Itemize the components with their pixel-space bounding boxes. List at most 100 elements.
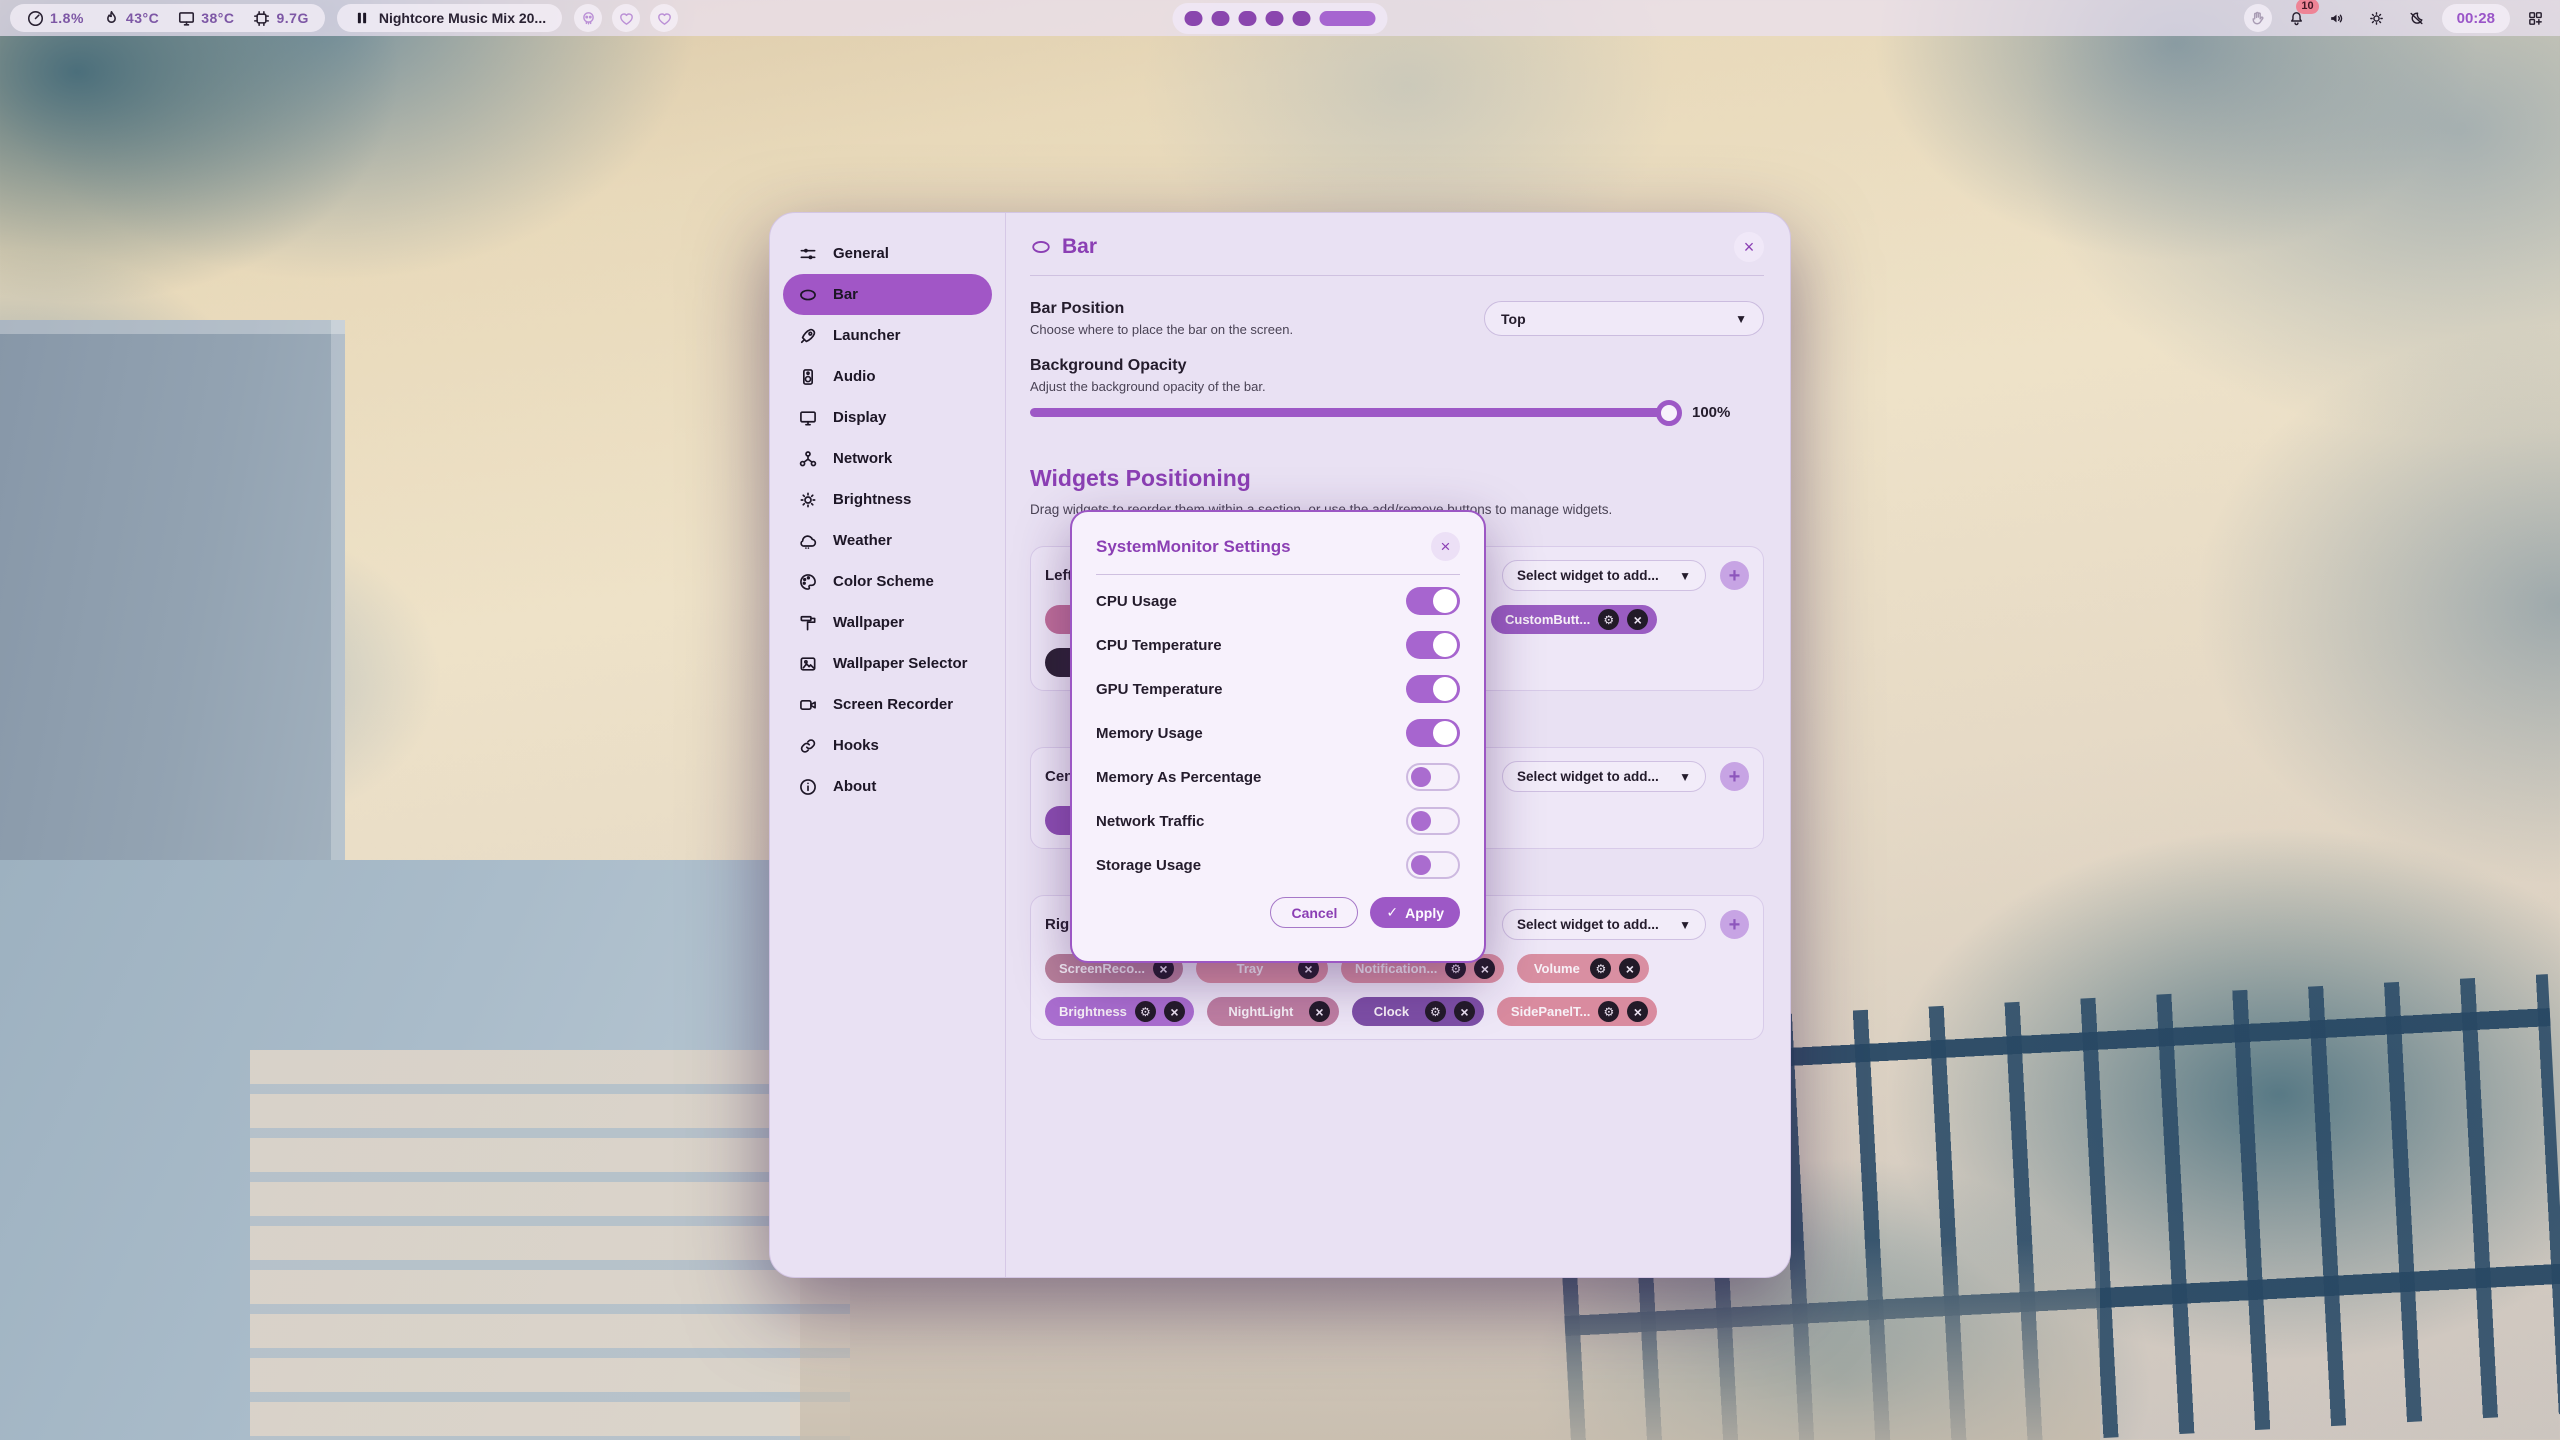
toggle-label: Storage Usage [1096,857,1201,874]
sidebar-item-label: About [833,778,876,795]
cancel-button[interactable]: Cancel [1270,897,1358,928]
skull-button[interactable] [574,4,602,32]
sidebar-item-label: Audio [833,368,876,385]
widget-settings-button[interactable]: ⚙ [1598,1001,1619,1022]
sidebar-item-bar[interactable]: Bar [783,274,992,315]
add-widget-button[interactable]: + [1720,561,1749,590]
bar-right-cluster: 10 00:28 [2244,3,2550,33]
widget-settings-button[interactable]: ⚙ [1598,609,1619,630]
heart-button[interactable] [650,4,678,32]
sidebar-item-label: Weather [833,532,892,549]
clock-widget[interactable]: 00:28 [2442,4,2510,33]
add-widget-placeholder: Select widget to add... [1517,769,1679,784]
add-widget-placeholder: Select widget to add... [1517,917,1679,932]
toggle-knob [1433,677,1457,701]
widget-settings-button[interactable]: ⚙ [1590,958,1611,979]
toggle-memory-usage[interactable] [1406,719,1460,747]
chip-row: Brightness⚙×NightLight×Clock⚙×SidePanelT… [1045,997,1749,1026]
toggle-knob [1433,589,1457,613]
grid-plus-icon [2527,10,2544,27]
widget-chip-label: Tray [1210,961,1290,976]
sidebar-item-label: Screen Recorder [833,696,953,713]
widget-settings-button[interactable]: ⚙ [1425,1001,1446,1022]
notification-badge: 10 [2296,0,2318,14]
nightlight-button[interactable] [2402,3,2432,33]
sidebar-item-brightness[interactable]: Brightness [783,479,992,520]
sidebar-item-hooks[interactable]: Hooks [783,725,992,766]
widget-chip-label: SidePanelT... [1511,1004,1590,1019]
notifications-button[interactable]: 10 [2282,3,2312,33]
sidebar-item-about[interactable]: About [783,766,992,807]
heart-icon [618,10,635,27]
sidebar-item-label: Hooks [833,737,879,754]
volume-button[interactable] [2322,3,2352,33]
sun-icon [2368,10,2385,27]
add-widget-select[interactable]: Select widget to add...▼ [1502,761,1706,792]
widget-chip-nightlight[interactable]: NightLight × [1207,997,1339,1026]
settings-sidebar: General Bar Launcher Audio DisplayNetworkBri… [770,213,1006,1277]
toggle-row: Memory Usage [1096,711,1460,755]
workspace-dot[interactable] [1266,11,1284,26]
widget-chip-clock[interactable]: Clock⚙× [1352,997,1484,1026]
toggle-cpu-usage[interactable] [1406,587,1460,615]
add-widget-select[interactable]: Select widget to add...▼ [1502,909,1706,940]
widget-remove-button[interactable]: × [1474,958,1495,979]
widget-remove-button[interactable]: × [1309,1001,1330,1022]
toggle-row: Memory As Percentage [1096,755,1460,799]
workspace-dot[interactable] [1185,11,1203,26]
tray-app-button[interactable] [2244,4,2272,32]
add-widget-select[interactable]: Select widget to add...▼ [1502,560,1706,591]
brightness-button[interactable] [2362,3,2392,33]
sidebar-item-wallpaper-selector[interactable]: Wallpaper Selector [783,643,992,684]
opacity-slider[interactable] [1030,408,1678,417]
add-widget-button[interactable]: + [1720,762,1749,791]
sidebar-item-color-scheme[interactable]: Color Scheme [783,561,992,602]
widget-remove-button[interactable]: × [1454,1001,1475,1022]
widget-remove-button[interactable]: × [1164,1001,1185,1022]
window-close-button[interactable]: × [1734,232,1764,262]
widget-chip-sidepanelt[interactable]: SidePanelT... ⚙ × [1497,997,1657,1026]
opacity-slider-knob[interactable] [1656,400,1682,426]
sidebar-item-general[interactable]: General [783,233,992,274]
sidebar-item-label: Color Scheme [833,573,934,590]
widget-chip-volume[interactable]: Volume⚙× [1517,954,1649,983]
dialog-close-button[interactable]: × [1431,532,1460,561]
toggle-gpu-temperature[interactable] [1406,675,1460,703]
workspace-dot[interactable] [1239,11,1257,26]
workspace-active-pill[interactable] [1320,11,1376,26]
sidebar-item-network[interactable]: Network [783,438,992,479]
widget-chip-label: NightLight [1221,1004,1301,1019]
sidebar-item-weather[interactable]: Weather [783,520,992,561]
toggle-label: Network Traffic [1096,813,1204,830]
sidebar-item-display[interactable]: Display [783,397,992,438]
sidebar-item-audio[interactable]: Audio [783,356,992,397]
widget-chip-brightness[interactable]: Brightness ⚙ × [1045,997,1194,1026]
sidebar-item-launcher[interactable]: Launcher [783,315,992,356]
widget-chip-custombutt[interactable]: CustomButt...⚙× [1491,605,1657,634]
heart-button[interactable] [612,4,640,32]
widget-remove-button[interactable]: × [1627,1001,1648,1022]
widget-chip-label: Brightness [1059,1004,1127,1019]
toggle-memory-as-percentage[interactable] [1406,763,1460,791]
widget-settings-button[interactable]: ⚙ [1135,1001,1156,1022]
add-widget-button[interactable]: + [1720,910,1749,939]
stat-value: 38°C [201,10,234,26]
bar-position-select[interactable]: Top ▼ [1484,301,1764,336]
media-widget[interactable]: Nightcore Music Mix 20... [337,4,562,32]
sidebar-item-label: Bar [833,286,858,303]
stat-monitor: 38°C [177,9,234,28]
caret-down-icon: ▼ [1679,918,1691,932]
dashboard-button[interactable] [2520,3,2550,33]
sidebar-item-wallpaper[interactable]: Wallpaper [783,602,992,643]
toggle-cpu-temperature[interactable] [1406,631,1460,659]
toggle-storage-usage[interactable] [1406,851,1460,879]
workspace-dot[interactable] [1293,11,1311,26]
workspace-indicator[interactable] [1173,3,1388,34]
workspace-dot[interactable] [1212,11,1230,26]
apply-button[interactable]: ✓ Apply [1370,897,1460,928]
widget-remove-button[interactable]: × [1627,609,1648,630]
system-stats-widget[interactable]: 1.8%43°C38°C9.7G [10,4,325,32]
widget-remove-button[interactable]: × [1619,958,1640,979]
sidebar-item-screen-recorder[interactable]: Screen Recorder [783,684,992,725]
toggle-network-traffic[interactable] [1406,807,1460,835]
